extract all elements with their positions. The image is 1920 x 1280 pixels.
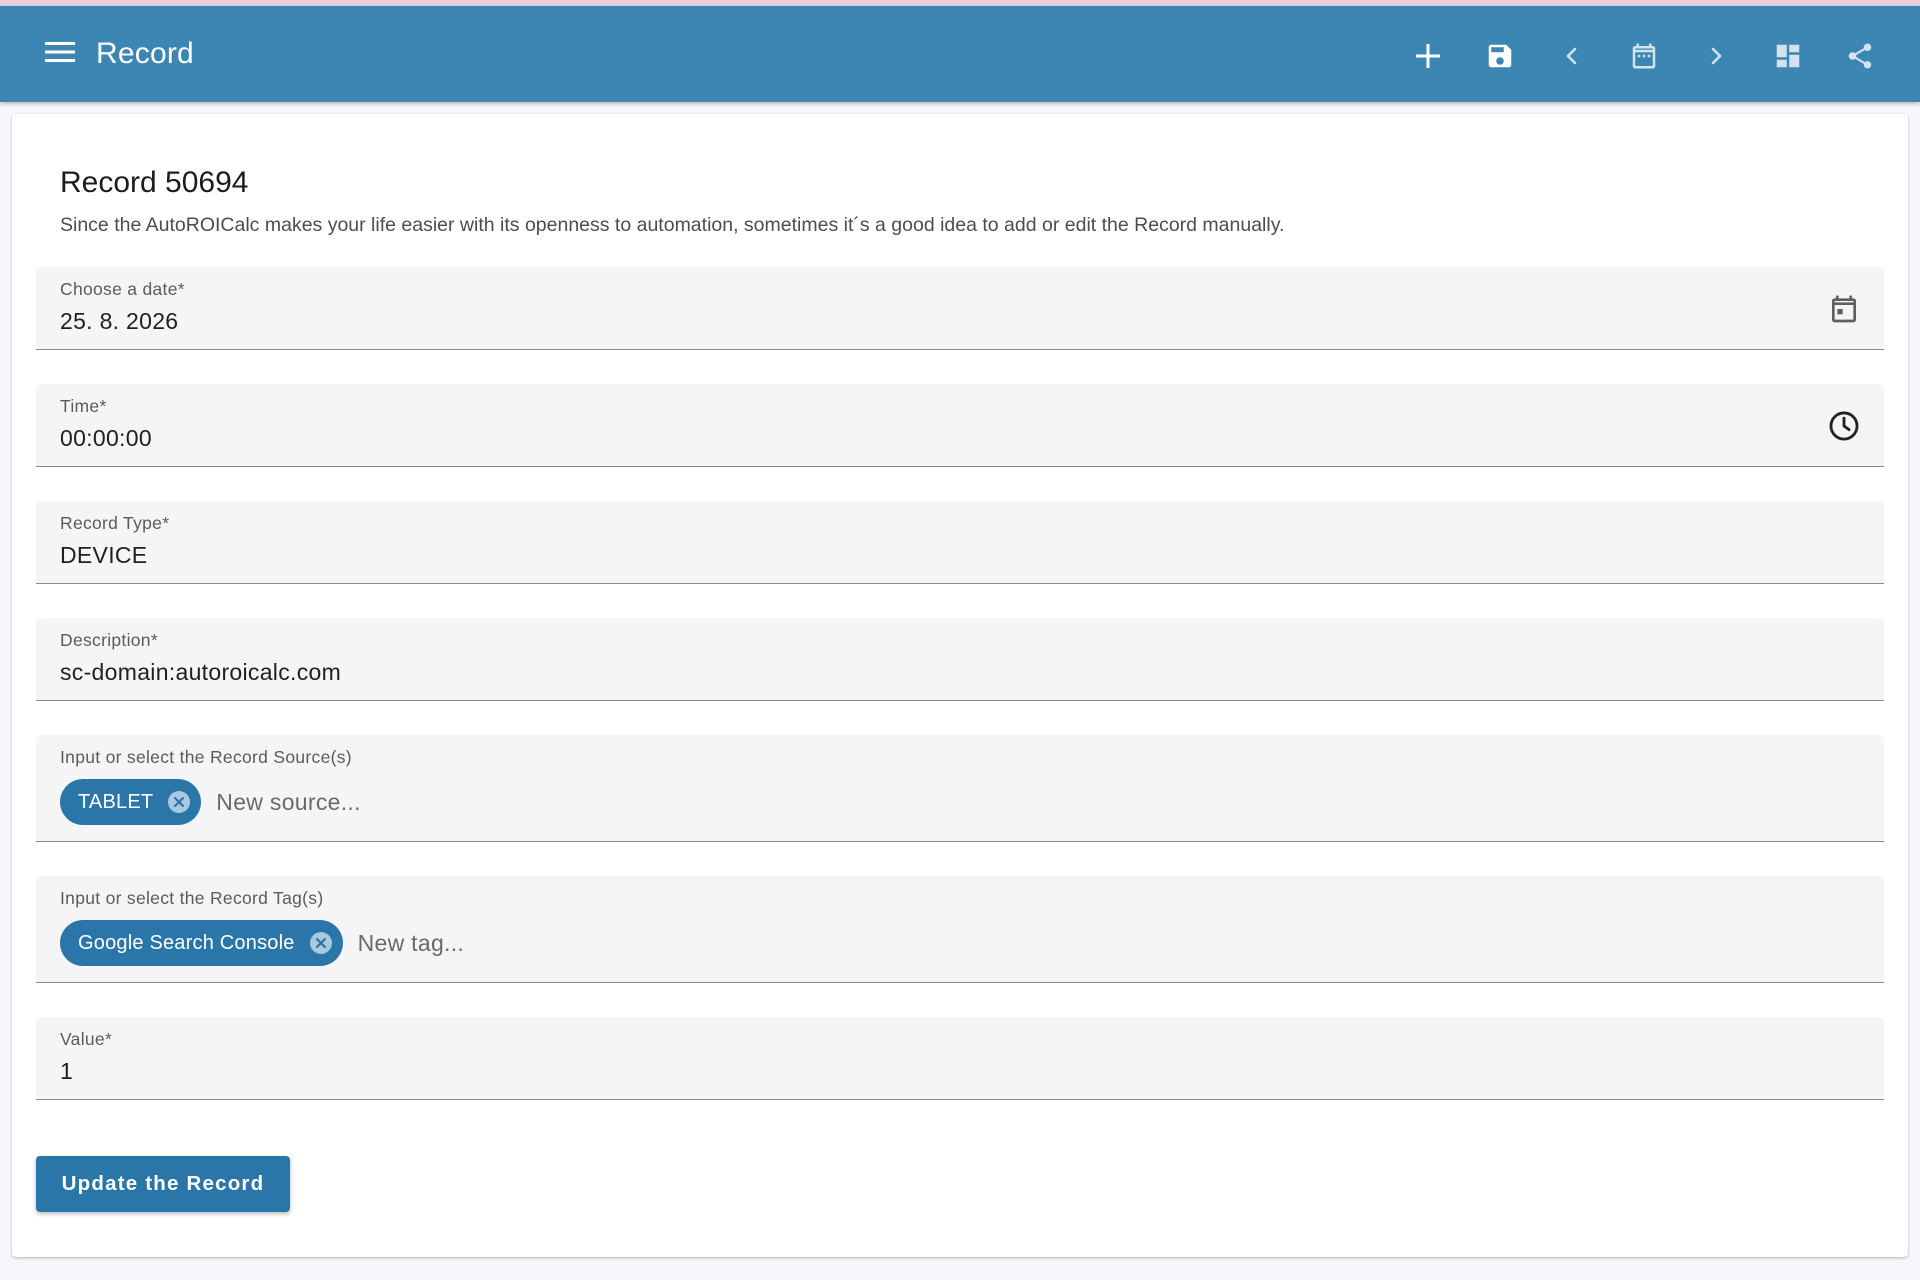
value-field[interactable]: Value* 1 [36, 1017, 1884, 1100]
plus-icon [1416, 44, 1440, 68]
remove-source-button[interactable] [167, 790, 191, 814]
time-field-label: Time* [60, 396, 107, 416]
new-source-input[interactable] [214, 787, 819, 817]
time-picker-button[interactable] [1826, 408, 1862, 444]
calendar-icon [1832, 295, 1856, 323]
close-circle-icon [168, 791, 191, 813]
form-title: Record 50694 [60, 166, 249, 199]
dashboard-button[interactable] [1768, 36, 1808, 76]
save-icon [1488, 44, 1512, 68]
new-tag-input[interactable] [355, 928, 960, 958]
description-field[interactable]: Description* sc-domain:autoroicalc.com [36, 618, 1884, 701]
date-picker-button[interactable] [1826, 291, 1862, 327]
save-button[interactable] [1480, 36, 1520, 76]
menu-button[interactable] [38, 30, 82, 74]
date-field-value: 25. 8. 2026 [60, 308, 179, 334]
record-type-field[interactable]: Record Type* DEVICE [36, 501, 1884, 584]
hamburger-menu-icon [45, 42, 75, 62]
share-icon [1848, 43, 1872, 69]
value-value: 1 [60, 1058, 74, 1084]
app-bar: Record [0, 6, 1920, 102]
record-sources-chips: TABLET [60, 779, 819, 825]
dashboard-icon [1776, 44, 1800, 68]
tag-chip-label: Google Search Console [78, 931, 295, 954]
record-sources-field[interactable]: Input or select the Record Source(s) TAB… [36, 735, 1884, 842]
record-form-card: Record 50694 Since the AutoROICalc makes… [12, 114, 1908, 1257]
chevron-left-icon [1566, 47, 1577, 65]
record-type-label: Record Type* [60, 513, 170, 533]
previous-button[interactable] [1552, 36, 1592, 76]
description-value: sc-domain:autoroicalc.com [60, 659, 342, 685]
remove-tag-button[interactable] [309, 931, 333, 955]
calendar-icon [1632, 43, 1656, 69]
date-field[interactable]: Choose a date* 25. 8. 2026 [36, 267, 1884, 350]
form-subtitle: Since the AutoROICalc makes your life ea… [60, 214, 1285, 236]
date-field-label: Choose a date* [60, 279, 185, 299]
close-circle-icon [309, 932, 332, 954]
record-sources-label: Input or select the Record Source(s) [60, 747, 352, 767]
record-tags-label: Input or select the Record Tag(s) [60, 888, 324, 908]
record-tags-field[interactable]: Input or select the Record Tag(s) Google… [36, 876, 1884, 983]
record-type-value: DEVICE [60, 542, 148, 568]
source-chip-label: TABLET [78, 790, 154, 813]
chevron-right-icon [1711, 47, 1722, 65]
calendar-button[interactable] [1624, 36, 1664, 76]
next-button[interactable] [1696, 36, 1736, 76]
update-record-button[interactable]: Update the Record [36, 1156, 290, 1212]
source-chip[interactable]: TABLET [60, 779, 202, 825]
time-field[interactable]: Time* 00:00:00 [36, 384, 1884, 467]
record-tags-chips: Google Search Console [60, 920, 960, 966]
add-record-button[interactable] [1408, 36, 1448, 76]
clock-icon [1829, 411, 1859, 441]
time-field-value: 00:00:00 [60, 425, 152, 451]
value-label: Value* [60, 1029, 113, 1049]
app-title: Record [96, 37, 194, 70]
description-label: Description* [60, 630, 158, 650]
tag-chip[interactable]: Google Search Console [60, 920, 343, 966]
share-button[interactable] [1840, 36, 1880, 76]
